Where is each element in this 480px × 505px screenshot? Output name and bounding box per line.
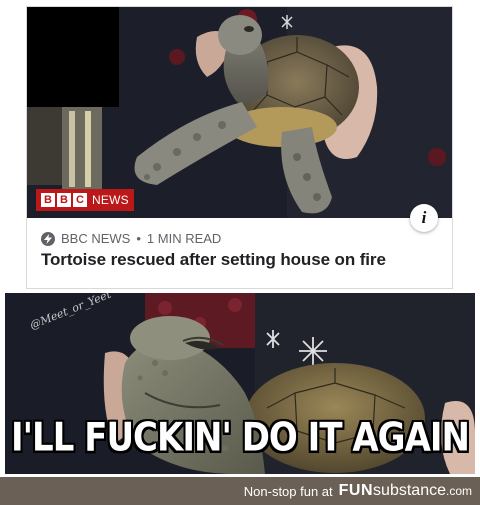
tortoise-photo: B B C NEWS [27, 7, 452, 218]
article-meta: BBC NEWS • 1 MIN READ [41, 231, 221, 246]
article-source[interactable]: BBC NEWS [61, 231, 130, 246]
info-icon: i [421, 208, 427, 227]
brand-fun: FUN [338, 482, 374, 499]
info-button[interactable]: i [410, 204, 438, 232]
meta-separator: • [136, 231, 141, 246]
brand-domain: .com [445, 484, 472, 498]
logo-letter-b2: B [57, 193, 71, 207]
logo-word: NEWS [92, 193, 129, 207]
brand-substance: substance [373, 482, 446, 499]
meme-caption: I'LL FUCKIN' DO IT AGAIN [11, 415, 470, 461]
funsubstance-logo[interactable]: FUN substance .com [339, 482, 472, 500]
footer-tagline: Non-stop fun at [243, 483, 333, 499]
logo-letter-c: C [73, 193, 87, 207]
read-time: 1 MIN READ [146, 231, 222, 246]
lightning-bolt-icon [41, 231, 55, 246]
bbc-news-logo: B B C NEWS [36, 189, 134, 211]
article-headline[interactable]: Tortoise rescued after setting house on … [41, 250, 442, 270]
news-card[interactable]: B B C NEWS i BBC NEWS • 1 MIN READ Torto… [26, 6, 453, 289]
redaction-box [27, 7, 119, 107]
site-footer: Non-stop fun at FUN substance .com [0, 477, 480, 505]
logo-letter-b1: B [41, 193, 55, 207]
